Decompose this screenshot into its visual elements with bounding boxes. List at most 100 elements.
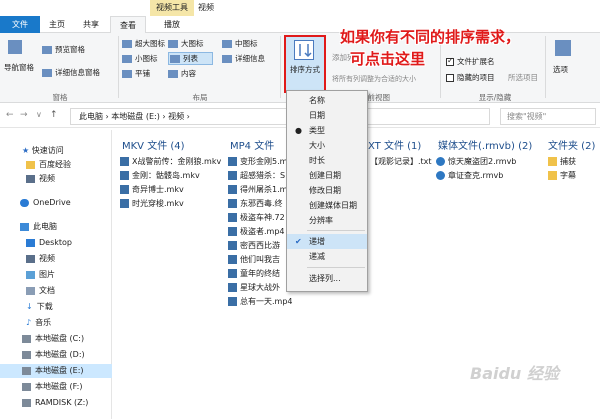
hide-selected-button[interactable]: 所选项目	[508, 72, 538, 83]
menu-item-choose-columns[interactable]: 选择列...	[287, 271, 367, 286]
list-item[interactable]: 星球大战外	[228, 282, 280, 294]
list-item[interactable]: 超感猎杀：S	[228, 170, 285, 182]
list-item[interactable]: 字幕	[548, 170, 576, 182]
nav-drive-e[interactable]: 本地磁盘 (E:)	[0, 364, 112, 378]
tab-file[interactable]: 文件	[0, 16, 40, 33]
nav-documents[interactable]: 文档	[0, 284, 112, 298]
list-item[interactable]: 得州屠杀1.m	[228, 184, 287, 196]
nav-quick-access[interactable]: ★ 快速访问	[0, 144, 112, 158]
group-header-mp4[interactable]: MP4 文件	[230, 137, 274, 152]
video-file-icon	[228, 213, 237, 222]
group-header-rmvb[interactable]: 媒体文件(.rmvb) (2)	[438, 137, 532, 152]
search-input[interactable]: 搜索"视频"	[500, 108, 596, 125]
nav-drive-f[interactable]: 本地磁盘 (F:)	[0, 380, 112, 394]
file-name: 他们叫我吉	[240, 255, 280, 264]
list-item[interactable]: 时光穿梭.mkv	[120, 198, 184, 210]
back-icon[interactable]: ←	[6, 110, 14, 120]
group-header-txt[interactable]: XT 文件 (1)	[368, 137, 421, 152]
nav-onedrive[interactable]: OneDrive	[0, 196, 112, 210]
nav-downloads[interactable]: ↓ 下载	[0, 300, 112, 314]
list-item[interactable]: 他们叫我吉	[228, 254, 280, 266]
nav-label: 音乐	[35, 318, 52, 327]
menu-item-name[interactable]: 名称	[287, 93, 367, 108]
list-item[interactable]: 总有一天.mp4	[228, 296, 293, 308]
group-label-layout: 布局	[192, 93, 208, 102]
tab-play[interactable]: 播放	[150, 16, 194, 33]
nav-pc-videos[interactable]: 视频	[0, 252, 112, 266]
chevron-down-icon[interactable]: ∨	[36, 110, 42, 119]
forward-icon[interactable]: →	[20, 110, 28, 120]
tab-share[interactable]: 共享	[76, 16, 106, 33]
nav-label: 本地磁盘 (E:)	[35, 366, 84, 375]
preview-pane-label: 预览窗格	[55, 45, 85, 54]
group-label-panes: 窗格	[52, 93, 68, 102]
nav-ramdisk[interactable]: RAMDISK (Z:)	[0, 396, 112, 410]
file-name: 得州屠杀1.m	[240, 185, 288, 194]
layout-details[interactable]: 详细信息	[222, 53, 265, 64]
hidden-items-checkbox[interactable]: 隐藏的项目	[446, 72, 495, 83]
nav-drive-d[interactable]: 本地磁盘 (D:)	[0, 348, 112, 362]
list-item[interactable]: 【观影记录】.txt	[370, 156, 432, 168]
tab-home[interactable]: 主页	[42, 16, 72, 33]
list-item[interactable]: 章证查克.rmvb	[436, 170, 503, 182]
file-name: 奇异博士.mkv	[132, 185, 184, 194]
list-item[interactable]: X战警前传：金刚狼.mkv	[120, 156, 221, 168]
menu-item-modified[interactable]: 修改日期	[287, 183, 367, 198]
menu-item-ascending[interactable]: ✔ 递增	[287, 234, 367, 249]
menu-item-type[interactable]: ● 类型	[287, 123, 367, 138]
menu-item-date[interactable]: 日期	[287, 108, 367, 123]
list-item[interactable]: 金刚：骷髅岛.mkv	[120, 170, 200, 182]
nav-videos[interactable]: 视频	[0, 172, 112, 186]
menu-divider	[307, 230, 365, 231]
file-name: X战警前传：金刚狼.mkv	[132, 157, 222, 166]
list-item[interactable]: 捕获	[548, 156, 576, 168]
layout-large-icons[interactable]: 大图标	[168, 38, 204, 49]
nav-this-pc[interactable]: 此电脑	[0, 220, 112, 234]
group-header-folders[interactable]: 文件夹 (2)	[548, 137, 595, 152]
nav-label: 视频	[39, 254, 55, 263]
address-path[interactable]: 此电脑 › 本地磁盘 (E:) › 视频 ›	[70, 108, 490, 125]
layout-medium-icons[interactable]: 中图标	[222, 38, 258, 49]
list-item[interactable]: 童年的终结	[228, 268, 280, 280]
nav-drive-c[interactable]: 本地磁盘 (C:)	[0, 332, 112, 346]
menu-item-length[interactable]: 时长	[287, 153, 367, 168]
nav-music[interactable]: ♪ 音乐	[0, 316, 112, 330]
nav-label: 快速访问	[31, 146, 64, 155]
menu-item-media-created[interactable]: 创建媒体日期	[287, 198, 367, 213]
details-pane-button[interactable]: 详细信息窗格	[42, 67, 100, 78]
preview-pane-button[interactable]: 预览窗格	[42, 44, 85, 55]
menu-item-resolution[interactable]: 分辨率	[287, 213, 367, 228]
context-tab-video-tools: 视频工具	[150, 0, 194, 16]
menu-item-size[interactable]: 大小	[287, 138, 367, 153]
list-item[interactable]: 奇异博士.mkv	[120, 184, 184, 196]
nav-pictures[interactable]: 图片	[0, 268, 112, 282]
layout-tiles[interactable]: 平铺	[122, 68, 150, 79]
layout-xl-icons[interactable]: 超大图标	[122, 38, 165, 49]
layout-content-label: 内容	[181, 69, 196, 78]
tab-view[interactable]: 查看	[110, 16, 146, 33]
nav-pane-button[interactable]: 导航窗格	[4, 62, 34, 73]
layout-list[interactable]: 列表	[168, 52, 213, 65]
menu-item-descending[interactable]: 递减	[287, 249, 367, 264]
download-icon: ↓	[26, 302, 33, 311]
list-item[interactable]: 变形金刚5.m	[228, 156, 287, 168]
menu-item-created[interactable]: 创建日期	[287, 168, 367, 183]
list-item[interactable]: 密西西比游	[228, 240, 280, 252]
nav-desktop[interactable]: Desktop	[0, 236, 112, 250]
up-icon[interactable]: ↑	[50, 110, 58, 120]
fit-columns-button[interactable]: 将所有列调整为合适的大小	[332, 74, 416, 84]
layout-small-icons[interactable]: 小图标	[122, 53, 158, 64]
list-item[interactable]: 东邪西毒.终	[228, 198, 283, 210]
layout-xl-icons-label: 超大图标	[135, 39, 165, 48]
list-item[interactable]: 极盗车神.72	[228, 212, 285, 224]
list-item[interactable]: 极盗者.mp4	[228, 226, 285, 238]
nav-label: OneDrive	[33, 198, 71, 207]
divider	[280, 36, 281, 98]
group-header-mkv[interactable]: MKV 文件 (4)	[122, 137, 185, 152]
video-file-icon	[228, 185, 237, 194]
folder-icon	[548, 157, 557, 166]
layout-content[interactable]: 内容	[168, 68, 196, 79]
details-pane-icon	[42, 69, 52, 77]
nav-baidu[interactable]: 百度经验	[0, 158, 112, 172]
list-item[interactable]: 惊天魔盗团2.rmvb	[436, 156, 516, 168]
